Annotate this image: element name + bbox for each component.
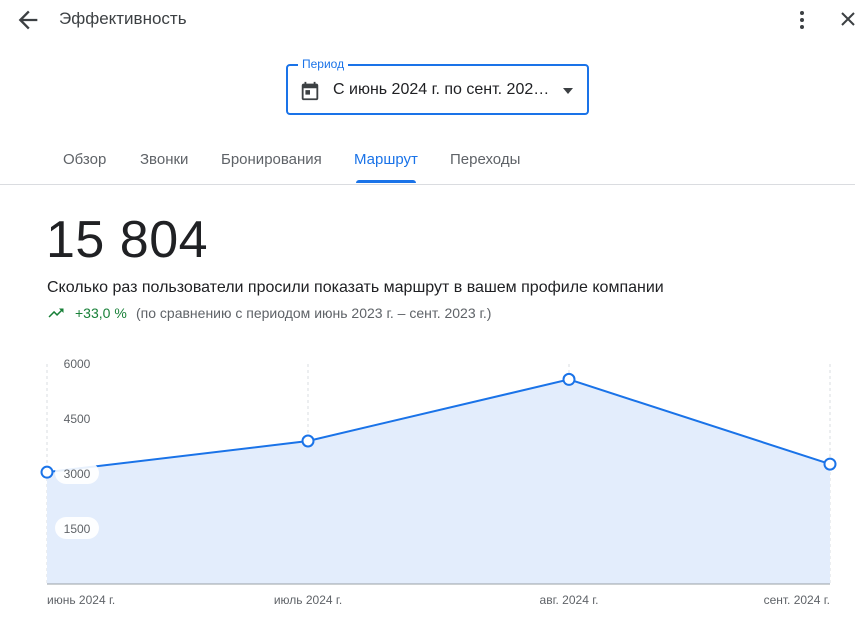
trending-up-icon — [48, 308, 64, 318]
period-value: С июнь 2024 г. по сент. 2024 г. — [333, 81, 553, 98]
tab-route[interactable]: Маршрут — [354, 151, 418, 168]
tab-overview[interactable]: Обзор — [63, 151, 106, 168]
route-chart: 6000 4500 3000 1500 июнь 2024 г. июль 2024 г.… — [40, 352, 837, 607]
y-tick-label: 1500 — [64, 522, 91, 536]
tab-calls[interactable]: Звонки — [140, 151, 188, 168]
data-point — [301, 434, 315, 448]
top-bar: Эффективность — [0, 0, 855, 40]
x-tick-label: сент. 2024 г. — [764, 593, 830, 607]
data-point — [823, 457, 837, 471]
calendar-icon — [301, 81, 319, 101]
close-icon[interactable] — [836, 6, 855, 34]
tab-bookings[interactable]: Бронирования — [221, 151, 322, 168]
x-tick-label: июнь 2024 г. — [47, 593, 115, 607]
data-point — [40, 465, 54, 479]
chevron-down-icon — [563, 88, 573, 94]
x-tick-label: авг. 2024 г. — [540, 593, 599, 607]
trend-compare: (по сравнению с периодом июнь 2023 г. – … — [136, 305, 492, 321]
y-tick-label: 6000 — [64, 357, 91, 371]
data-point — [562, 372, 576, 386]
metric-value: 15 804 — [46, 211, 209, 269]
arrow-back-icon[interactable] — [14, 6, 42, 34]
period-select[interactable]: Период С июнь 2024 г. по сент. 2024 г. — [286, 57, 589, 115]
y-tick-label: 4500 — [64, 412, 91, 426]
metric-description: Сколько раз пользователи просили показат… — [47, 279, 664, 296]
x-tick-label: июль 2024 г. — [274, 593, 342, 607]
period-label: Период — [298, 57, 349, 71]
tab-bar: Обзор Звонки Бронирования Маршрут Перехо… — [0, 140, 855, 185]
more-vert-icon[interactable] — [790, 6, 814, 34]
trend-value: +33,0 % — [75, 305, 127, 321]
page-title: Эффективность — [59, 9, 187, 28]
active-tab-indicator — [356, 180, 416, 183]
y-tick-label: 3000 — [64, 467, 91, 481]
tab-clicks[interactable]: Переходы — [450, 151, 520, 168]
